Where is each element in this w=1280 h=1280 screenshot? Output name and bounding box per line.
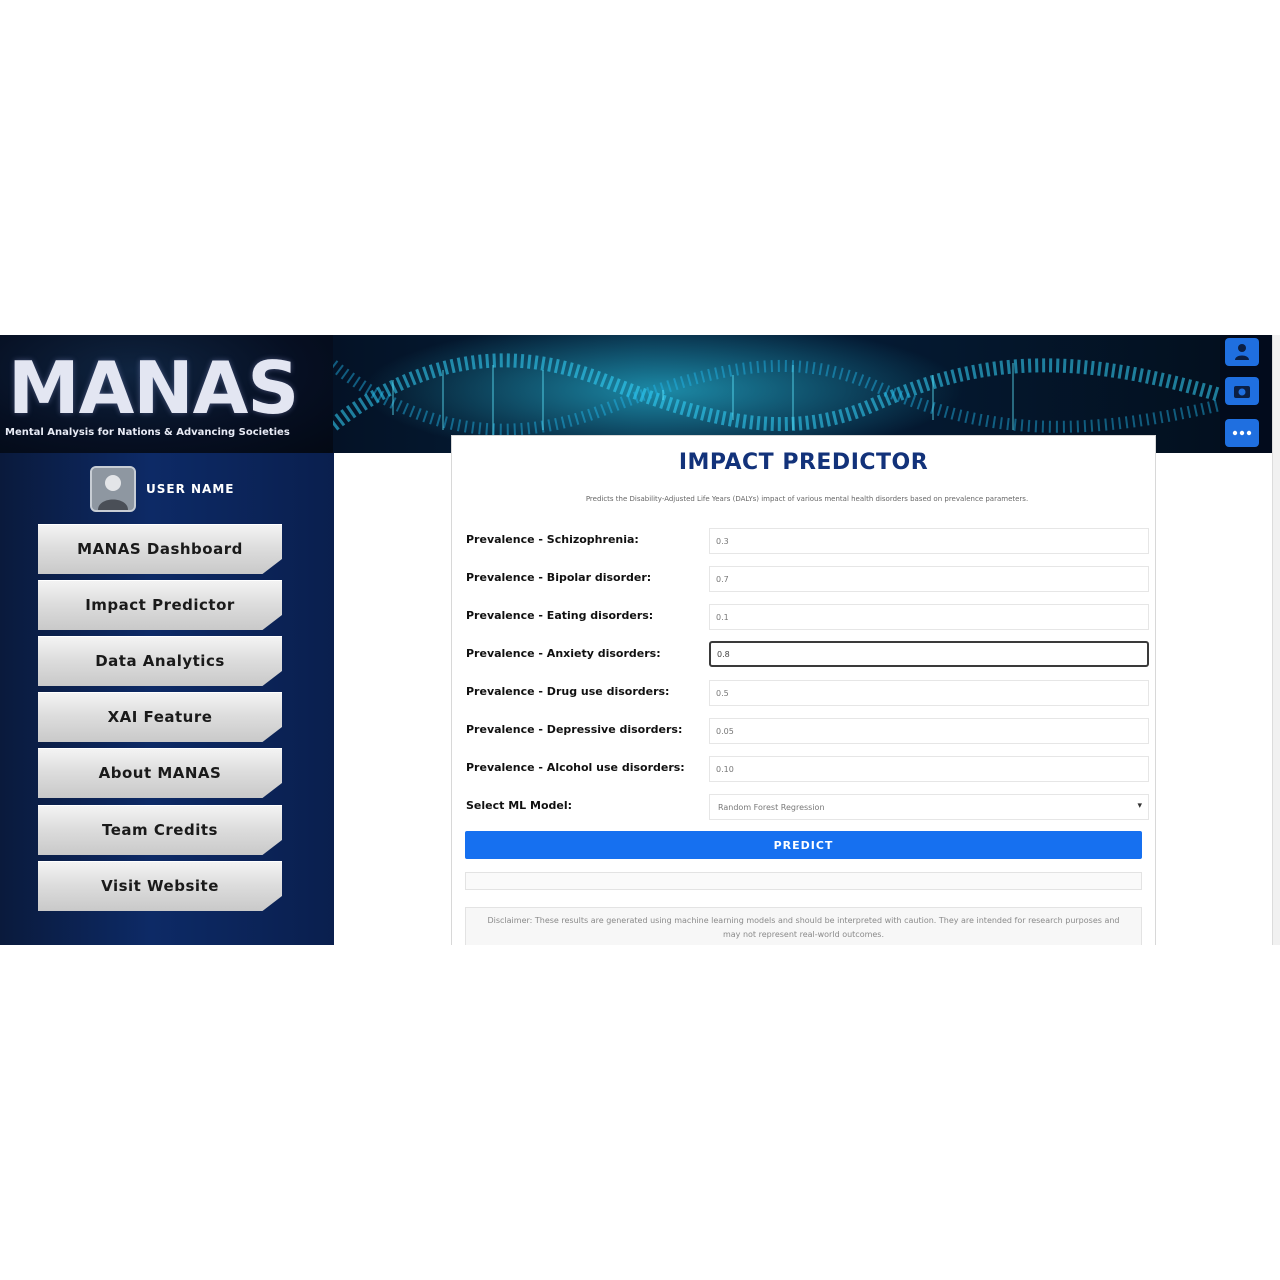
nav-visit-website[interactable]: Visit Website <box>38 861 282 911</box>
more-dots-icon <box>1232 430 1252 436</box>
schizophrenia-label: Prevalence - Schizophrenia: <box>466 533 639 546</box>
model-label: Select ML Model: <box>466 799 573 812</box>
app-window: MANAS Mental Analysis for Nations & Adva… <box>0 335 1280 945</box>
drug-use-label: Prevalence - Drug use disorders: <box>466 685 670 698</box>
nav-team-credits[interactable]: Team Credits <box>38 805 282 855</box>
drug-use-input[interactable] <box>709 680 1149 706</box>
predict-button[interactable]: PREDICT <box>465 831 1142 859</box>
user-icon <box>1235 344 1249 360</box>
nav-manas-dashboard[interactable]: MANAS Dashboard <box>38 524 282 574</box>
logo-area: MANAS Mental Analysis for Nations & Adva… <box>0 335 333 453</box>
sidebar: USER NAME MANAS Dashboard Impact Predict… <box>0 453 334 945</box>
eating-disorders-input[interactable] <box>709 604 1149 630</box>
model-select[interactable]: Random Forest Regression ▾ <box>709 794 1149 820</box>
page-scrollbar[interactable] <box>1272 335 1280 945</box>
nav-data-analytics[interactable]: Data Analytics <box>38 636 282 686</box>
nav-about-manas[interactable]: About MANAS <box>38 748 282 798</box>
schizophrenia-input[interactable] <box>709 528 1149 554</box>
depressive-label: Prevalence - Depressive disorders: <box>466 723 683 736</box>
disclaimer: Disclaimer: These results are generated … <box>465 907 1142 945</box>
user-name: USER NAME <box>146 482 235 496</box>
header-icon-bar <box>1220 335 1272 453</box>
alcohol-use-input[interactable] <box>709 756 1149 782</box>
user-profile: USER NAME <box>90 465 234 513</box>
alcohol-use-label: Prevalence - Alcohol use disorders: <box>466 761 685 774</box>
bipolar-label: Prevalence - Bipolar disorder: <box>466 571 652 584</box>
page-description: Predicts the Disability-Adjusted Life Ye… <box>585 495 1029 503</box>
profile-button[interactable] <box>1225 338 1259 366</box>
model-select-value: Random Forest Regression <box>718 802 825 812</box>
anxiety-label: Prevalence - Anxiety disorders: <box>466 647 661 660</box>
nav-impact-predictor[interactable]: Impact Predictor <box>38 580 282 630</box>
bipolar-input[interactable] <box>709 566 1149 592</box>
camera-button[interactable] <box>1225 377 1259 405</box>
depressive-input[interactable] <box>709 718 1149 744</box>
result-output <box>465 872 1142 890</box>
nav-xai-feature[interactable]: XAI Feature <box>38 692 282 742</box>
camera-icon <box>1234 386 1250 398</box>
impact-predictor-form: IMPACT PREDICTOR Predicts the Disability… <box>451 435 1156 945</box>
chevron-down-icon: ▾ <box>1137 801 1142 811</box>
eating-disorders-label: Prevalence - Eating disorders: <box>466 609 654 622</box>
avatar <box>90 466 136 512</box>
more-options-button[interactable] <box>1225 419 1259 447</box>
logo-tagline: Mental Analysis for Nations & Advancing … <box>5 427 290 438</box>
avatar-image <box>92 468 134 510</box>
anxiety-input[interactable] <box>709 641 1149 667</box>
logo: MANAS <box>8 346 299 430</box>
page-title: IMPACT PREDICTOR <box>678 450 929 475</box>
